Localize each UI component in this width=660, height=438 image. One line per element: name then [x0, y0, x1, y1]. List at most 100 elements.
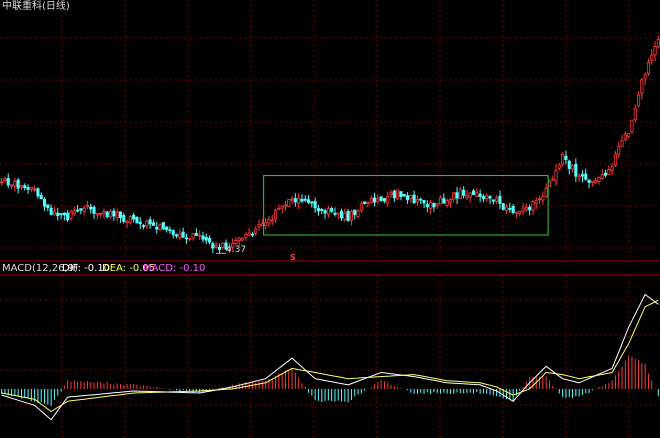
candle-down: [587, 179, 591, 183]
candle-down: [574, 163, 578, 177]
candle-up: [458, 189, 462, 200]
candle-up: [280, 205, 284, 209]
candle-down: [207, 237, 212, 243]
candle-up: [178, 233, 182, 239]
chart-svg: [0, 0, 660, 438]
candle-up: [597, 176, 601, 182]
candle-up: [343, 212, 347, 220]
candle-down: [303, 198, 307, 201]
candle-down: [316, 208, 321, 212]
candle-up: [257, 224, 261, 228]
candle-down: [363, 201, 367, 205]
candle-up: [435, 203, 439, 206]
candle-down: [313, 201, 317, 209]
candle-down: [16, 179, 20, 189]
candle-up: [188, 237, 192, 240]
dif-line: [1, 293, 659, 421]
candle-up: [82, 207, 86, 212]
candle-down: [79, 208, 83, 211]
candle-up: [627, 132, 631, 137]
candle-up: [95, 212, 99, 216]
candle-down: [372, 197, 377, 203]
candle-up: [376, 198, 380, 202]
candle-down: [498, 195, 502, 204]
candle-down: [402, 193, 406, 197]
candle-up: [13, 181, 17, 187]
candle-down: [165, 226, 169, 231]
candle-down: [36, 188, 40, 197]
candle-up: [108, 210, 113, 218]
candle-down: [118, 211, 123, 218]
candle-down: [42, 198, 47, 207]
candle-up: [99, 213, 103, 215]
sell-marker: S: [290, 253, 296, 262]
candle-down: [66, 212, 70, 221]
candle-up: [656, 39, 660, 48]
candle-up: [326, 208, 330, 215]
candle-up: [221, 242, 225, 248]
chart-title: 中联重科(日线): [2, 1, 70, 12]
candle-up: [600, 173, 604, 179]
candle-up: [389, 192, 393, 196]
candle-down: [481, 195, 486, 199]
candle-up: [69, 211, 73, 219]
candle-down: [584, 173, 588, 180]
candle-up: [613, 153, 618, 166]
candle-up: [198, 234, 202, 237]
candle-up: [115, 212, 119, 219]
candle-up: [277, 208, 281, 211]
candle-down: [419, 198, 423, 201]
candle-up: [524, 206, 528, 211]
candle-up: [577, 175, 581, 179]
candle-up: [590, 180, 594, 183]
candle-up: [570, 165, 575, 170]
candle-down: [564, 155, 568, 160]
candle-down: [135, 217, 139, 224]
candle-up: [537, 198, 542, 201]
candle-down: [141, 225, 146, 227]
candle-up: [485, 195, 489, 200]
candle-up: [633, 107, 637, 120]
candle-down: [488, 196, 492, 199]
candle-up: [468, 192, 472, 198]
candle-up: [214, 245, 218, 248]
candle-up: [356, 210, 360, 218]
candle-up: [448, 199, 453, 204]
candle-up: [366, 202, 370, 204]
candle-up: [640, 79, 644, 94]
macd-lines: [1, 293, 659, 421]
candle-down: [194, 232, 198, 236]
consolidation-box: [263, 175, 549, 236]
candle-down: [49, 207, 53, 215]
candle-up: [386, 195, 390, 204]
candle-down: [442, 198, 446, 204]
candle-up: [646, 61, 651, 74]
candle-down: [211, 243, 215, 249]
candle-up: [475, 192, 479, 197]
candle-up: [237, 237, 241, 242]
candle-down: [59, 213, 63, 215]
candle-down: [293, 198, 297, 203]
candle-up: [264, 222, 268, 227]
price-overlays: [216, 175, 549, 254]
candle-down: [300, 198, 304, 202]
candle-up: [534, 200, 538, 204]
candle-down: [132, 214, 136, 220]
macd-value-label: MACD: -0.10: [143, 263, 206, 274]
candle-down: [75, 209, 80, 212]
candle-up: [610, 166, 614, 172]
candle-up: [415, 199, 420, 203]
candle-up: [85, 205, 90, 208]
candle-down: [422, 200, 426, 204]
candle-down: [528, 206, 532, 211]
candle-down: [184, 237, 189, 240]
candle-up: [267, 219, 271, 224]
candle-up: [594, 180, 598, 183]
candle-up: [551, 178, 555, 181]
candle-down: [471, 190, 476, 195]
candle-down: [122, 215, 126, 222]
candle-down: [138, 221, 142, 225]
candle-up: [653, 46, 657, 56]
candle-down: [181, 231, 185, 238]
candle-down: [306, 199, 311, 203]
